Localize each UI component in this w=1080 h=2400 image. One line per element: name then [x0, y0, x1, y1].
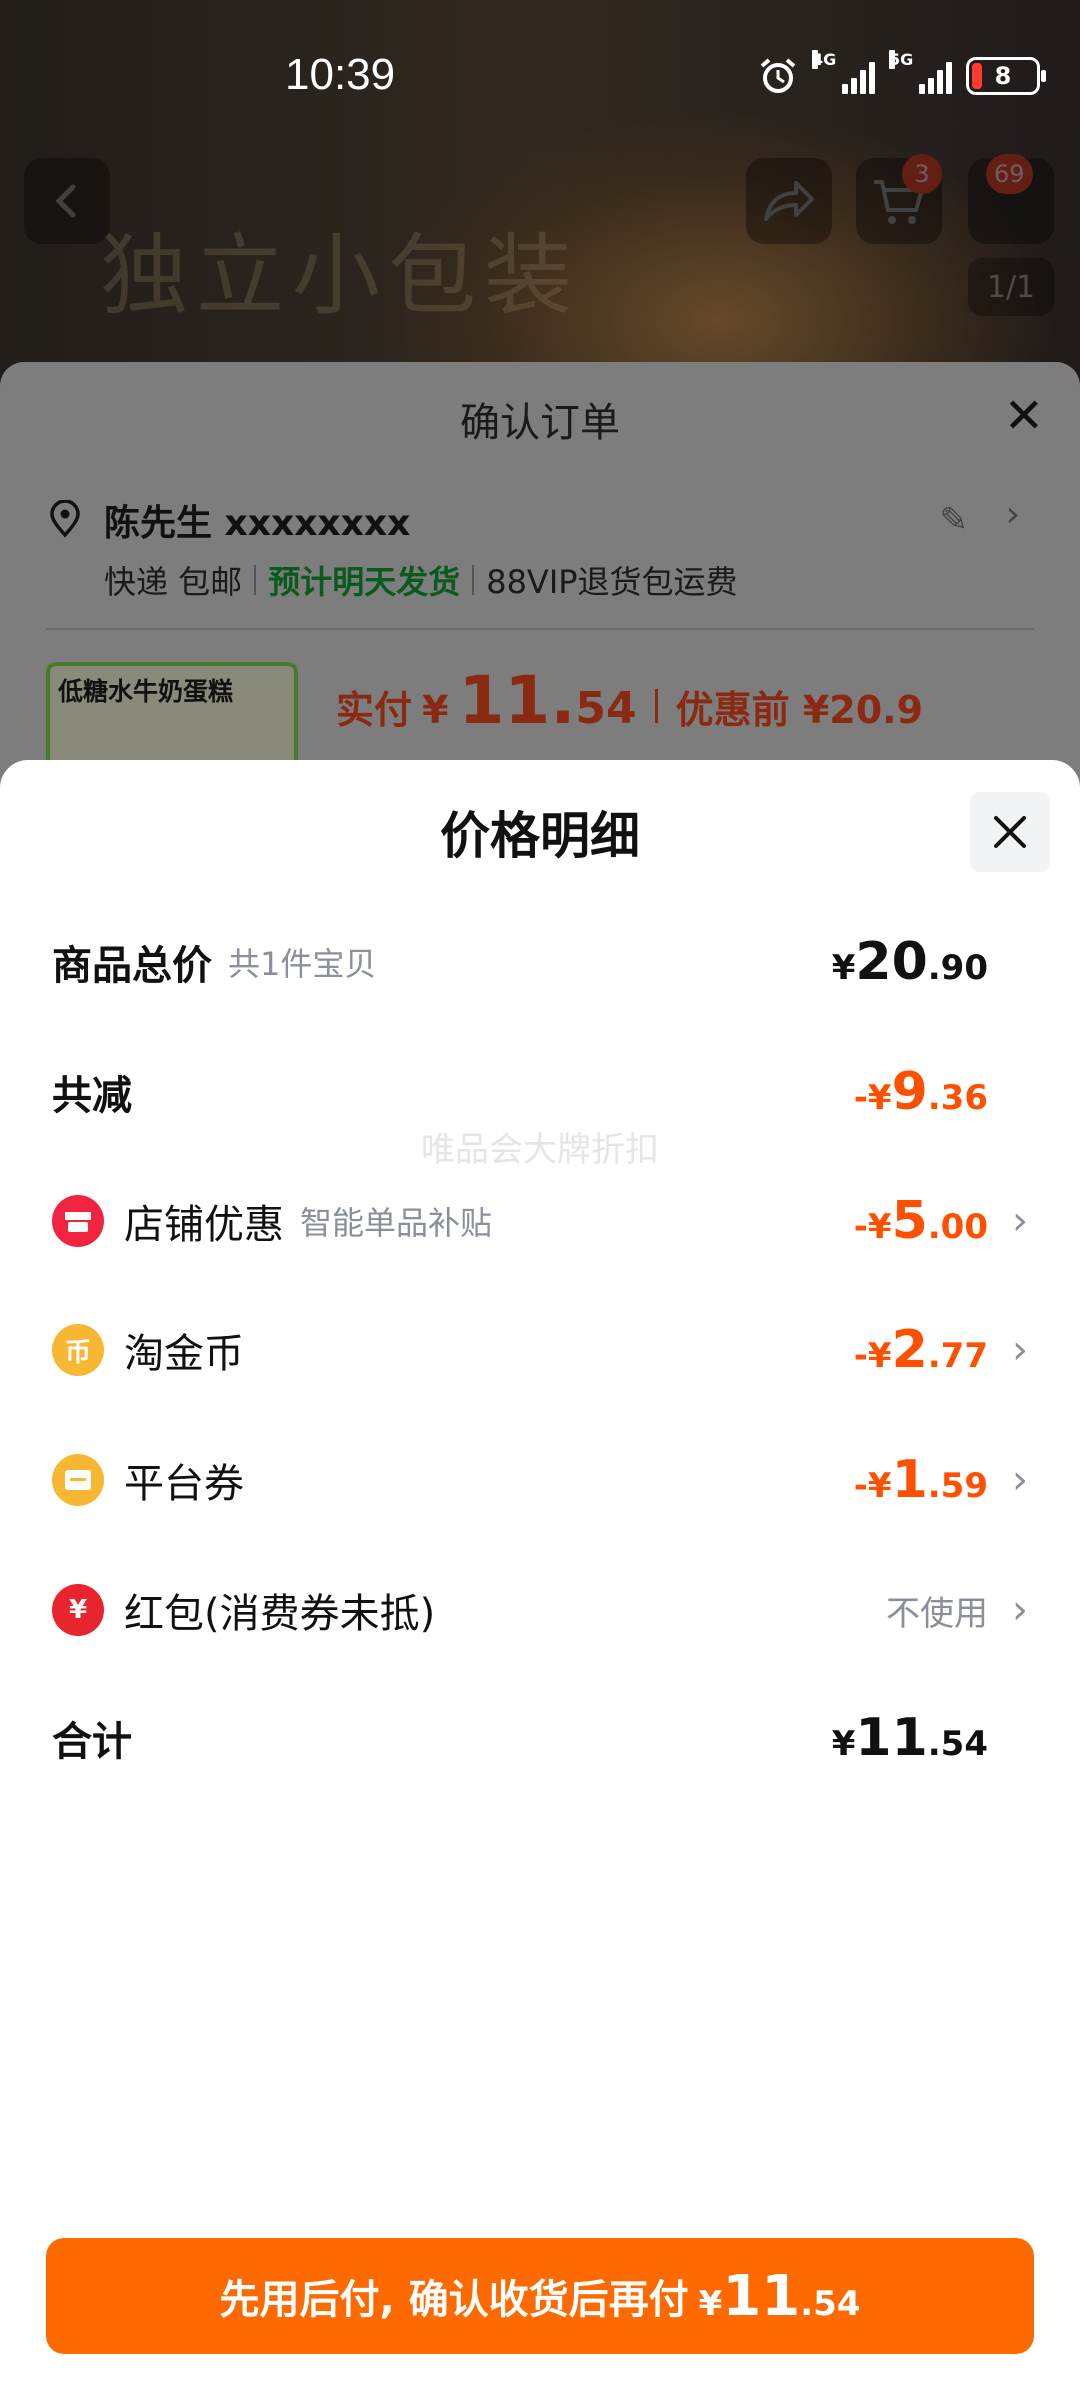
row-amount: -¥ 2.77	[853, 1320, 988, 1380]
product-thumb-title: 低糖水牛奶蛋糕	[58, 677, 234, 706]
price-row-coins[interactable]: 币 淘金币 -¥ 2.77 ›	[52, 1310, 1028, 1390]
pay-int: 11.	[458, 662, 576, 739]
edit-address-icon[interactable]: ✎	[940, 500, 969, 540]
row-label: 店铺优惠	[124, 1202, 284, 1248]
chevron-right-icon: ›	[1012, 1198, 1028, 1244]
shop-icon	[52, 1195, 104, 1247]
order-title: 确认订单	[460, 400, 620, 446]
pay-label: 实付	[336, 688, 413, 732]
price-row-store-discount[interactable]: 店铺优惠 智能单品补贴 -¥ 5.00 ›	[52, 1181, 1028, 1261]
signal-5g-icon: 5G	[889, 50, 952, 94]
chevron-right-icon: ›	[1012, 1587, 1028, 1633]
close-icon	[994, 816, 1026, 848]
red-packet-icon: ¥	[52, 1584, 104, 1636]
row-sub: 智能单品补贴	[300, 1204, 493, 1242]
row-label: 共减	[52, 1073, 132, 1119]
price-row-total-discount: 共减 -¥9.36 ›	[52, 1052, 1028, 1132]
chevron-right-icon: ›	[1012, 1327, 1028, 1373]
price-detail-sheet: 价格明细 唯品会大牌折扣 商品总价 共1件宝贝 ¥20.90 › 共减 -¥9.…	[0, 760, 1080, 2400]
signal-4g-icon: 4G	[812, 50, 875, 94]
close-button[interactable]	[970, 792, 1050, 872]
location-pin-icon	[50, 500, 80, 538]
row-label: 淘金币	[124, 1331, 244, 1377]
row-label: 红包(消费券未抵)	[124, 1591, 436, 1637]
row-amount: -¥ 5.00	[853, 1191, 988, 1251]
chevron-right-icon: ›	[1012, 1457, 1028, 1503]
row-label: 合计	[52, 1719, 132, 1765]
pay-button-label: 先用后付, 确认收货后再付	[219, 2277, 689, 2323]
status-time: 10:39	[285, 50, 396, 99]
battery-level: 8	[994, 62, 1012, 90]
order-close-button[interactable]: ✕	[1004, 388, 1044, 444]
row-sub: 共1件宝贝	[228, 945, 377, 983]
red-packet-value: 不使用	[886, 1593, 988, 1634]
return-policy: 88VIP退货包运费	[486, 563, 738, 601]
pay-button-amount: ¥11.54	[698, 2263, 861, 2329]
delivery-info: 快递 包邮 预计明天发货 88VIP退货包运费	[104, 557, 738, 603]
ship-estimate: 预计明天发货	[268, 563, 461, 601]
row-amount: ¥20.90	[831, 932, 988, 992]
address-chevron-icon[interactable]: ›	[1006, 494, 1020, 535]
price-row-platform-coupon[interactable]: 平台券 -¥ 1.59 ›	[52, 1440, 1028, 1520]
product-price: 实付 ¥ 11.54 优惠前 ¥20.9	[336, 662, 923, 739]
pre-discount-price: 优惠前 ¥20.9	[675, 688, 924, 732]
price-row-red-packet[interactable]: ¥ 红包(消费券未抵) 不使用 ›	[52, 1570, 1028, 1650]
shipping-method: 快递 包邮	[104, 563, 243, 601]
row-amount: -¥ 1.59	[853, 1450, 988, 1510]
address-name[interactable]: 陈先生 xxxxxxxx	[104, 494, 410, 546]
pay-dec: 54	[575, 683, 637, 734]
row-amount: ¥11.54	[831, 1708, 988, 1768]
battery-icon: 8	[966, 57, 1046, 95]
pay-currency: ¥	[422, 688, 449, 732]
price-detail-title: 价格明细	[440, 807, 640, 865]
row-label: 平台券	[124, 1461, 244, 1507]
row-amount: -¥ 9.36	[853, 1062, 988, 1122]
alarm-icon	[760, 58, 796, 93]
row-label: 商品总价	[52, 943, 212, 989]
status-bar: 10:39 4G 5G 8	[0, 0, 1080, 134]
price-row-total: 合计 ¥11.54 ›	[52, 1698, 1028, 1778]
coupon-icon	[52, 1454, 104, 1506]
price-row-subtotal: 商品总价 共1件宝贝 ¥20.90 ›	[52, 922, 1028, 1002]
coin-icon: 币	[52, 1324, 104, 1376]
divider	[46, 628, 1034, 630]
pay-later-button[interactable]: 先用后付, 确认收货后再付 ¥11.54	[46, 2238, 1034, 2354]
